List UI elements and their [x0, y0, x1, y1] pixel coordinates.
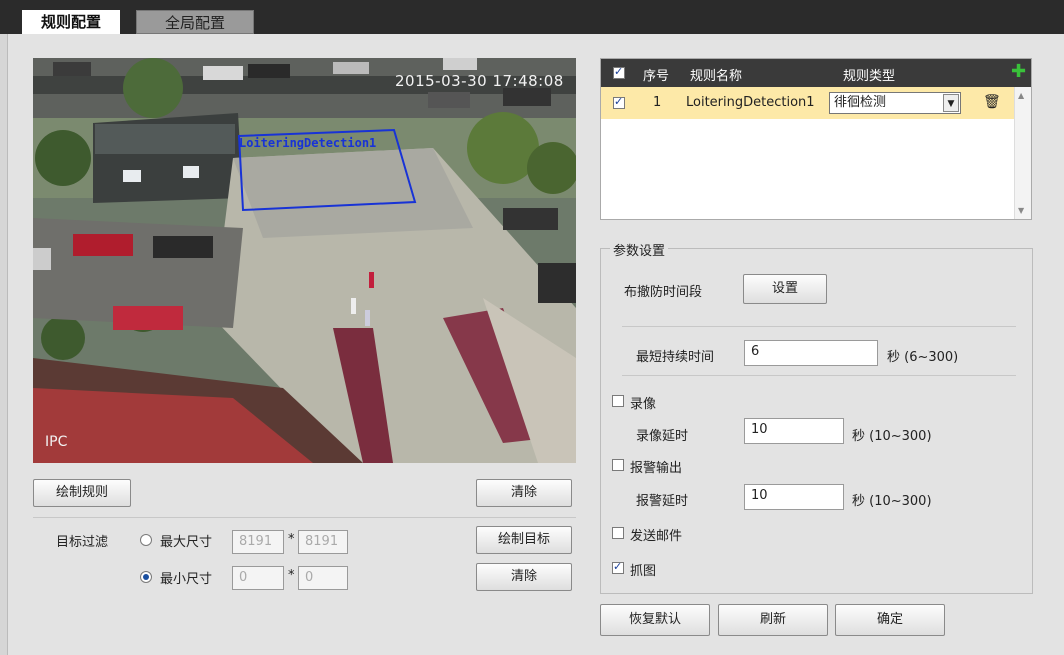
rule-type-select[interactable]: 徘徊检测 ▼	[829, 92, 961, 114]
table-row[interactable]: 1 LoiteringDetection1 徘徊检测 ▼ 🗑	[601, 87, 1015, 119]
alarm-delay-label: 报警延时	[636, 494, 689, 509]
clear-rule-button[interactable]: 清除	[476, 479, 572, 507]
record-label: 录像	[630, 397, 657, 412]
rule-overlay-label: LoiteringDetection1	[239, 136, 377, 150]
snapshot-label: 抓图	[630, 564, 657, 579]
clear-target-button[interactable]: 清除	[476, 563, 572, 591]
max-width-input[interactable]: 8191	[232, 530, 284, 554]
plus-icon[interactable]: ✚	[1011, 63, 1026, 81]
video-timestamp: 2015-03-30 17:48:08	[395, 72, 564, 90]
params-divider-1	[622, 326, 1016, 327]
arm-period-label: 布撤防时间段	[624, 285, 703, 300]
rule-table: 序号 规则名称 规则类型 ✚ 1 LoiteringDetection1 徘徊检…	[600, 58, 1032, 220]
draw-rule-button[interactable]: 绘制规则	[33, 479, 131, 507]
min-width-input[interactable]: 0	[232, 566, 284, 590]
min-size-times: *	[288, 568, 295, 583]
video-preview[interactable]: 2015-03-30 17:48:08 LoiteringDetection1 …	[33, 58, 576, 463]
camera-scene	[33, 58, 576, 463]
table-scrollbar[interactable]: ▲ ▼	[1014, 87, 1031, 219]
alarm-out-checkbox[interactable]	[612, 459, 624, 471]
tab-global-config[interactable]: 全局配置	[136, 10, 254, 34]
row-index: 1	[653, 95, 662, 110]
max-height-input[interactable]: 8191	[298, 530, 348, 554]
alarm-delay-unit: 秒 (10~300)	[852, 494, 932, 509]
left-divider	[33, 517, 576, 518]
refresh-button[interactable]: 刷新	[718, 604, 828, 636]
draw-target-button[interactable]: 绘制目标	[476, 526, 572, 554]
target-filter-label: 目标过滤	[56, 535, 109, 550]
record-delay-unit: 秒 (10~300)	[852, 429, 932, 444]
alarm-out-label: 报警输出	[630, 461, 683, 476]
tab-rule-config[interactable]: 规则配置	[22, 10, 120, 34]
record-delay-label: 录像延时	[636, 429, 689, 444]
record-delay-input[interactable]: 10	[744, 418, 844, 444]
max-size-radio[interactable]	[140, 534, 152, 546]
min-duration-input[interactable]: 6	[744, 340, 878, 366]
col-index-header: 序号	[643, 69, 670, 84]
params-divider-2	[622, 375, 1016, 376]
scroll-up-icon[interactable]: ▲	[1018, 91, 1024, 100]
min-duration-label: 最短持续时间	[636, 350, 715, 365]
restore-default-button[interactable]: 恢复默认	[600, 604, 710, 636]
row-checkbox[interactable]	[613, 95, 625, 109]
arm-period-setup-button[interactable]: 设置	[743, 274, 827, 304]
params-legend: 参数设置	[610, 240, 669, 259]
chevron-down-icon[interactable]: ▼	[943, 94, 959, 112]
col-type-header: 规则类型	[843, 69, 896, 84]
trash-icon[interactable]: 🗑	[983, 94, 1001, 110]
top-tab-bar: 规则配置 全局配置	[0, 0, 1064, 34]
confirm-button[interactable]: 确定	[835, 604, 945, 636]
min-duration-unit: 秒 (6~300)	[887, 350, 959, 365]
record-checkbox[interactable]	[612, 395, 624, 407]
max-size-label: 最大尺寸	[160, 535, 213, 550]
email-checkbox[interactable]	[612, 527, 624, 539]
scroll-down-icon[interactable]: ▼	[1018, 206, 1024, 215]
alarm-delay-input[interactable]: 10	[744, 484, 844, 510]
max-size-times: *	[288, 532, 295, 547]
col-name-header: 规则名称	[690, 69, 743, 84]
rule-type-value: 徘徊检测	[834, 95, 887, 110]
channel-label: IPC	[45, 434, 68, 450]
snapshot-checkbox[interactable]	[612, 560, 624, 574]
row-rule-name: LoiteringDetection1	[686, 95, 815, 110]
min-size-label: 最小尺寸	[160, 572, 213, 587]
email-label: 发送邮件	[630, 529, 683, 544]
min-height-input[interactable]: 0	[298, 566, 348, 590]
select-all-checkbox[interactable]	[613, 65, 625, 79]
rule-table-header: 序号 规则名称 规则类型 ✚	[601, 59, 1031, 87]
min-size-radio[interactable]	[140, 571, 152, 583]
